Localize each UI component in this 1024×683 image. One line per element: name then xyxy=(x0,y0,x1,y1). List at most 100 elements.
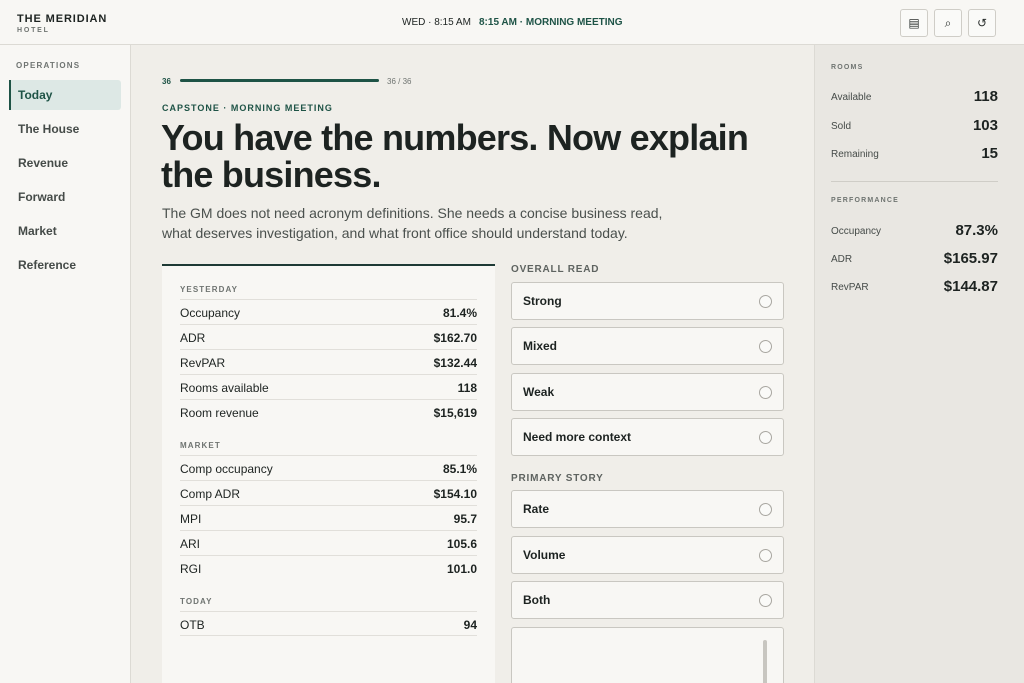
calendar-button[interactable]: ▤ xyxy=(900,9,928,37)
stat-row: RevPAR $144.87 xyxy=(831,275,998,295)
brand-logo: THE MERIDIAN HOTEL xyxy=(17,13,107,34)
data-row: ADR $162.70 xyxy=(180,324,477,349)
sidebar-item-revenue[interactable]: Revenue xyxy=(9,148,121,178)
refresh-icon: ↺ xyxy=(976,16,988,30)
stat-label: Sold xyxy=(831,121,852,132)
stat-row: Remaining 15 xyxy=(831,142,998,162)
progress-count: 36 / 36 xyxy=(387,77,412,86)
sidebar-item-reference[interactable]: Reference xyxy=(9,250,121,280)
data-row-label: Comp occupancy xyxy=(180,462,273,476)
notes-textarea[interactable] xyxy=(511,627,784,683)
data-row: Comp occupancy 85.1% xyxy=(180,455,477,480)
data-row: Rooms available 118 xyxy=(180,374,477,399)
sidebar-item-market[interactable]: Market xyxy=(9,216,121,246)
data-row-label: RevPAR xyxy=(180,356,226,370)
data-row-value: 101.0 xyxy=(446,562,477,576)
progress-bar xyxy=(180,79,379,82)
stat-value: 118 xyxy=(973,88,998,105)
rooms-heading: ROOMS xyxy=(831,64,864,71)
data-row: Room revenue $15,619 xyxy=(180,399,477,424)
data-row-label: MPI xyxy=(180,512,202,526)
stat-label: RevPAR xyxy=(831,282,869,293)
radio-button[interactable] xyxy=(759,431,772,444)
progress-bar-fill xyxy=(180,79,379,82)
search-icon: ⌕ xyxy=(944,15,952,30)
data-row: RevPAR $132.44 xyxy=(180,349,477,374)
data-row-label: Room revenue xyxy=(180,406,259,420)
data-row-value: $162.70 xyxy=(433,331,477,345)
data-row-value: 81.4% xyxy=(442,306,477,320)
option-label: Both xyxy=(523,593,551,607)
stat-label: Remaining xyxy=(831,149,879,160)
option-label: Rate xyxy=(523,502,550,516)
group-heading-yesterday: YESTERDAY xyxy=(180,285,239,294)
search-button[interactable]: ⌕ xyxy=(934,9,962,37)
stat-label: Available xyxy=(831,92,872,103)
data-row-value: 85.1% xyxy=(442,462,477,476)
data-row: Comp ADR $154.10 xyxy=(180,480,477,505)
radio-button[interactable] xyxy=(759,503,772,516)
question-heading-overall-read: OVERALL READ xyxy=(511,264,600,275)
option-volume[interactable]: Volume xyxy=(511,536,784,574)
stat-row: Sold 103 xyxy=(831,114,998,134)
sidebar: OPERATIONS Today The House Revenue Forwa… xyxy=(0,45,131,683)
stat-value: $144.87 xyxy=(943,278,998,295)
radio-button[interactable] xyxy=(759,340,772,353)
radio-button[interactable] xyxy=(759,386,772,399)
option-weak[interactable]: Weak xyxy=(511,373,784,411)
data-row: ARI 105.6 xyxy=(180,530,477,555)
radio-button[interactable] xyxy=(759,295,772,308)
stat-row: ADR $165.97 xyxy=(831,247,998,267)
stat-row: Occupancy 87.3% xyxy=(831,219,998,239)
data-row: RGI 101.0 xyxy=(180,555,477,580)
group-heading-today: TODAY xyxy=(180,597,213,606)
option-label: Weak xyxy=(523,385,555,399)
option-rate[interactable]: Rate xyxy=(511,490,784,528)
page-title: You have the numbers. Now explain the bu… xyxy=(161,117,749,195)
data-row-label: OTB xyxy=(180,618,205,632)
sidebar-item-today[interactable]: Today xyxy=(9,80,121,110)
option-strong[interactable]: Strong xyxy=(511,282,784,320)
stat-value: $165.97 xyxy=(943,250,998,267)
radio-button[interactable] xyxy=(759,594,772,607)
option-need-more-context[interactable]: Need more context xyxy=(511,418,784,456)
data-row: Occupancy 81.4% xyxy=(180,299,477,324)
stat-label: ADR xyxy=(831,254,853,265)
option-both[interactable]: Both xyxy=(511,581,784,619)
page-description: The GM does not need acronym definitions… xyxy=(162,205,663,241)
progress-step: 36 xyxy=(162,77,171,86)
option-label: Volume xyxy=(523,548,566,562)
brand-subtitle: HOTEL xyxy=(17,27,50,34)
stat-value: 87.3% xyxy=(955,222,998,239)
data-row: OTB 94 xyxy=(180,611,477,636)
meeting-indicator: 8:15 AM · MORNING MEETING xyxy=(479,17,623,28)
data-row-label: ADR xyxy=(180,331,206,345)
data-row: MPI 95.7 xyxy=(180,505,477,530)
top-bar: THE MERIDIAN HOTEL WED · 8:15 AM 8:15 AM… xyxy=(0,0,1024,45)
option-label: Mixed xyxy=(523,339,558,353)
stat-label: Occupancy xyxy=(831,226,882,237)
stat-row: Available 118 xyxy=(831,85,998,105)
brand-name: THE MERIDIAN xyxy=(17,13,108,25)
data-row-value: 94 xyxy=(463,618,477,632)
radio-button[interactable] xyxy=(759,549,772,562)
stat-value: 103 xyxy=(972,117,998,134)
group-heading-market: MARKET xyxy=(180,441,221,450)
summary-panel: ROOMS Available 118 Sold 103 Remaining 15 P… xyxy=(814,45,1024,683)
refresh-button[interactable]: ↺ xyxy=(968,9,996,37)
data-row-label: Occupancy xyxy=(180,306,241,320)
data-row-value: 118 xyxy=(457,381,477,395)
textarea-scrollbar[interactable] xyxy=(763,640,767,683)
option-label: Strong xyxy=(523,294,562,308)
option-mixed[interactable]: Mixed xyxy=(511,327,784,365)
sidebar-section-heading: OPERATIONS xyxy=(16,61,81,70)
question-heading-primary-story: PRIMARY STORY xyxy=(511,473,604,484)
data-row-value: 105.6 xyxy=(446,537,477,551)
sidebar-item-the-house[interactable]: The House xyxy=(9,114,121,144)
calendar-icon: ▤ xyxy=(908,16,920,30)
option-label: Need more context xyxy=(523,430,632,444)
panel-divider xyxy=(831,181,998,182)
section-eyebrow: CAPSTONE · MORNING MEETING xyxy=(162,103,333,113)
sidebar-item-forward[interactable]: Forward xyxy=(9,182,121,212)
data-row-label: Rooms available xyxy=(180,381,269,395)
